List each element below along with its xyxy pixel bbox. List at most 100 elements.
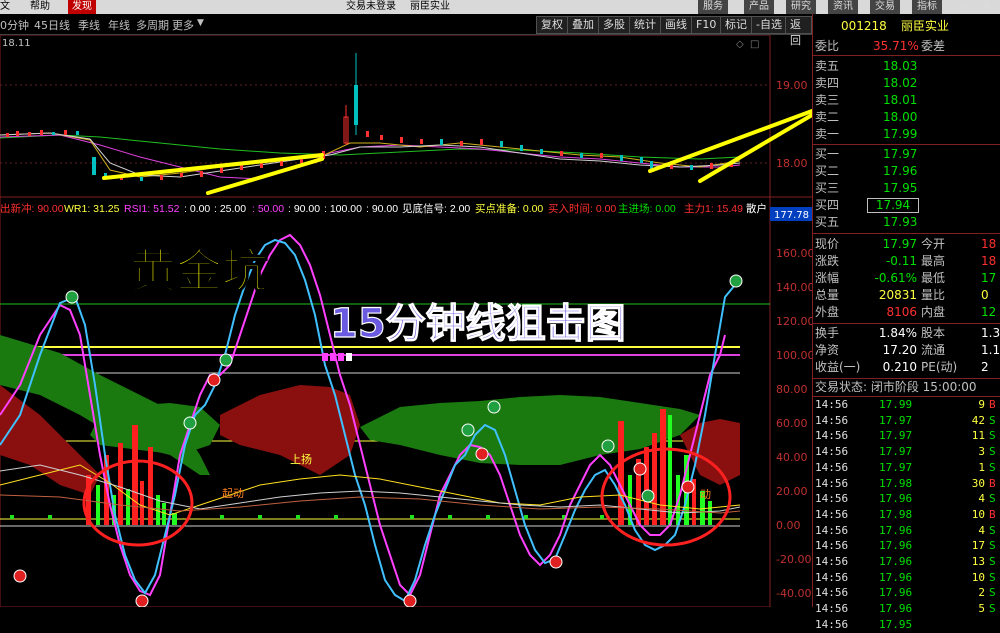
tick-time: 14:56 <box>815 476 849 490</box>
expand-icon[interactable]: ◇ <box>736 39 744 50</box>
indicator-label-11: 买入时间: 0.00 <box>548 202 616 215</box>
tick-side: S <box>989 586 996 600</box>
stat-value: 0 <box>981 288 989 302</box>
mark-button[interactable]: 标记 <box>720 16 752 34</box>
f10-button[interactable]: F10 <box>691 16 722 34</box>
period-button-minutes[interactable]: 0分钟 <box>0 17 29 33</box>
tick-side: S <box>989 492 996 506</box>
weibi-label: 委比 <box>815 39 840 53</box>
tick-price: 17.96 <box>879 523 913 537</box>
more-dropdown-icon[interactable]: ▼ <box>197 18 204 28</box>
weibi-row: 委比 35.71% 委差 <box>813 38 1000 56</box>
top-button-news[interactable]: 资讯 <box>828 0 858 14</box>
quote-header: 001218 丽臣实业 <box>813 18 1000 35</box>
stat-value: 8106 <box>886 305 917 319</box>
period-button-more[interactable]: 更多 <box>172 17 194 33</box>
indicator-label-10: 买点准备: 0.00 <box>475 202 543 215</box>
stat-label: 现价 <box>815 237 840 251</box>
stat-row: 涨跌 -0.11 最高 18 <box>813 253 1000 270</box>
sell-label: 卖五 <box>815 59 840 73</box>
stat-label: 最低 <box>921 271 946 285</box>
marker-text-rise: 上扬 <box>290 452 312 466</box>
top-button-trade[interactable]: 交易 <box>870 0 900 14</box>
buy-row: 买二 17.96 <box>813 163 1000 180</box>
sell-label: 卖二 <box>815 110 840 124</box>
tick-time: 14:56 <box>815 413 849 427</box>
tick-volume: 10 <box>971 507 985 521</box>
tick-row: 14:56 17.98 10 B <box>813 507 1000 523</box>
stat-value: 18 <box>981 254 997 268</box>
stock-code: 001218 <box>841 19 887 33</box>
window-title-stock: 丽臣实业 <box>410 1 450 12</box>
tick-row: 14:56 17.95 <box>813 617 1000 633</box>
period-button-multi[interactable]: 多周期 <box>136 17 169 33</box>
sub-y-label: 120.00 <box>776 315 812 328</box>
stat-label: 最高 <box>921 254 946 268</box>
stat-value: 17 <box>981 271 997 285</box>
tick-volume: 3 <box>978 445 985 459</box>
tick-row: 14:56 17.98 30 B <box>813 476 1000 492</box>
tick-price: 17.96 <box>879 492 913 506</box>
period-button-45day[interactable]: 45日线 <box>34 17 70 33</box>
restore-icon[interactable]: □ <box>750 39 759 50</box>
top-button-service[interactable]: 服务 <box>698 0 728 14</box>
back-button[interactable]: 返回 <box>785 16 812 47</box>
tick-volume: 4 <box>978 523 985 537</box>
stat2-row: 换手 1.84% 股本 1.3 <box>813 325 1000 342</box>
price-label: 18.11 <box>2 38 31 49</box>
menu-item-discover[interactable]: 发现 <box>68 0 96 14</box>
tick-time: 14:56 <box>815 460 849 474</box>
buy-price-highlighted: 17.94 <box>867 198 919 213</box>
stat-label: 涨跌 <box>815 254 840 268</box>
sub-y-label: 80.00 <box>776 383 808 396</box>
tick-side: S <box>989 539 996 553</box>
stat-label: 量比 <box>921 288 946 302</box>
stat-label: 净资 <box>815 343 840 357</box>
overlay-button[interactable]: 叠加 <box>567 16 599 34</box>
multi-stock-button[interactable]: 多股 <box>598 16 630 34</box>
draw-line-button[interactable]: 画线 <box>660 16 692 34</box>
tick-price: 17.95 <box>879 617 913 631</box>
top-button-research[interactable]: 研究 <box>786 0 816 14</box>
stat-value: 20831 <box>878 288 917 302</box>
indicator-label-row: 出新冲: 90.00 WR1: 31.25 RSI1: 51.52 : 0.00… <box>0 202 767 215</box>
top-button-product[interactable]: 产品 <box>744 0 774 14</box>
main-y-label-18: 18.00 <box>776 157 808 170</box>
sub-y-label: 60.00 <box>776 417 808 430</box>
weibi-value: 35.71% <box>873 39 919 53</box>
minimize-icon[interactable]: – <box>950 0 974 14</box>
ma-line-magenta <box>0 134 741 180</box>
indicator-label-13: 主力1: 15.49 <box>684 202 743 215</box>
period-button-season[interactable]: 季线 <box>78 17 100 33</box>
close-icon[interactable]: ✕ <box>975 0 999 14</box>
menu-item-help[interactable]: 帮助 <box>30 0 50 14</box>
adjust-button[interactable]: 复权 <box>536 16 568 34</box>
stat-label: 总量 <box>815 288 840 302</box>
tick-row: 14:56 17.96 17 S <box>813 538 1000 554</box>
tick-price: 17.96 <box>879 539 913 553</box>
overlay-title: 黄金坑 <box>130 244 268 298</box>
tick-volume: 13 <box>971 555 985 568</box>
stat-value: 18 <box>981 237 997 251</box>
sub-y-label: -20.00 <box>776 553 811 566</box>
annotation-trendline <box>102 153 324 180</box>
period-button-year[interactable]: 年线 <box>108 17 130 33</box>
stat-value: 0.210 <box>882 360 917 374</box>
chart-toolbar: 0分钟 45日线 季线 年线 多周期 更多 ▼ 复权 叠加 多股 统计 画线 F… <box>0 14 812 47</box>
stat-label: 股本 <box>921 326 946 340</box>
tick-price: 17.97 <box>879 413 913 427</box>
window-title-login-status: 交易未登录 <box>346 1 396 12</box>
tick-price: 17.97 <box>879 429 913 443</box>
tick-side: B <box>989 507 996 521</box>
stats-button[interactable]: 统计 <box>629 16 661 34</box>
buy-price: 17.93 <box>883 215 918 229</box>
menu-item-file[interactable]: 文 <box>0 0 10 14</box>
top-button-indicator[interactable]: 指标 <box>912 0 942 14</box>
tick-row: 14:56 17.97 11 S <box>813 428 1000 444</box>
watchlist-button[interactable]: -自选 <box>751 16 787 34</box>
sell-row: 卖三 18.01 <box>813 92 1000 109</box>
buy-row: 买三 17.95 <box>813 180 1000 197</box>
tick-side: B <box>989 476 996 490</box>
stat-label: 涨幅 <box>815 271 840 285</box>
indicator-label-5: : 50.00 <box>252 203 284 215</box>
